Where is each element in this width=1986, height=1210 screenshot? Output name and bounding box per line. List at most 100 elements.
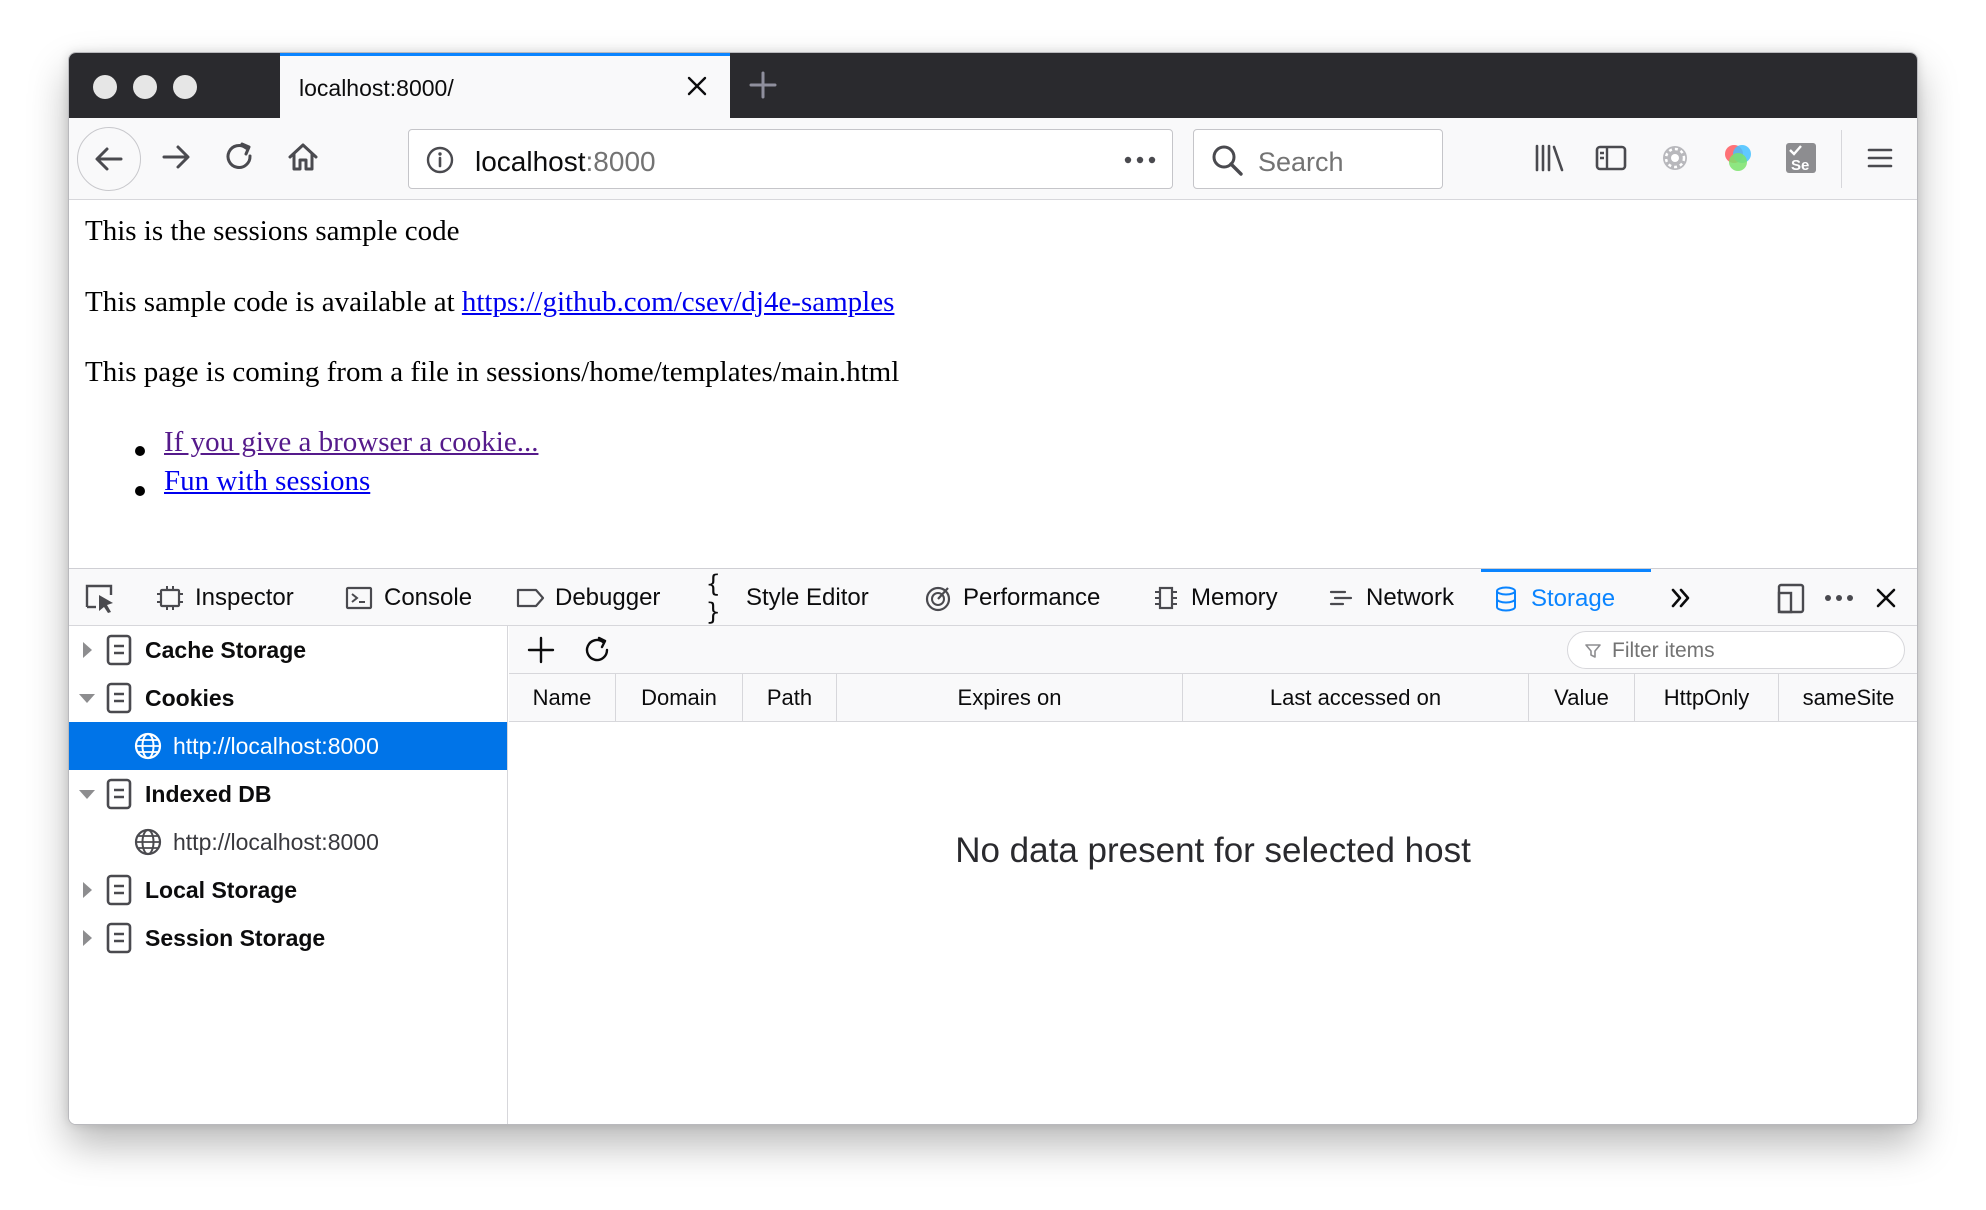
tree-item-label: Cookies <box>145 684 235 711</box>
tree-item-label: Cache Storage <box>145 636 307 663</box>
column-header-name[interactable]: Name <box>509 674 616 722</box>
zoom-window-button[interactable] <box>173 75 197 99</box>
tree-item-indexeddb-localhost[interactable]: http://localhost:8000 <box>69 818 507 866</box>
gear-icon <box>1663 146 1687 170</box>
tree-item-indexed-db[interactable]: Indexed DB <box>69 770 507 818</box>
back-arrow-icon <box>95 147 123 171</box>
url-host: localhost <box>475 146 586 177</box>
column-header-expires[interactable]: Expires on <box>837 674 1183 722</box>
storage-type-icon <box>106 682 132 714</box>
inspector-icon <box>155 583 185 613</box>
tab-performance[interactable]: Performance <box>923 569 1100 626</box>
column-header-domain[interactable]: Domain <box>616 674 743 722</box>
tab-debugger[interactable]: Debugger <box>515 569 660 626</box>
tab-label: Inspector <box>195 583 294 611</box>
tree-item-label: Indexed DB <box>145 780 272 807</box>
forward-button[interactable] <box>149 130 203 184</box>
tab-label: Console <box>384 583 473 611</box>
tab-label: Debugger <box>555 583 661 611</box>
page-actions-icon[interactable] <box>1120 148 1160 172</box>
tree-item-cookies[interactable]: Cookies <box>69 674 507 722</box>
tab-network[interactable]: Network <box>1326 569 1454 626</box>
github-link[interactable]: https://github.com/csev/dj4e-samples <box>462 286 895 318</box>
browser-tab[interactable]: localhost:8000/ <box>280 53 730 118</box>
close-window-button[interactable] <box>93 75 117 99</box>
tree-item-local-storage[interactable]: Local Storage <box>69 866 507 914</box>
search-bar[interactable]: Search <box>1193 129 1443 189</box>
home-button[interactable] <box>276 130 330 184</box>
list-bullet <box>135 486 145 496</box>
cookie-link[interactable]: If you give a browser a cookie... <box>164 426 538 459</box>
tab-storage[interactable]: Storage <box>1481 569 1651 626</box>
tree-item-cache-storage[interactable]: Cache Storage <box>69 626 507 674</box>
svg-text:Se: Se <box>1791 157 1809 174</box>
sidebar-button[interactable] <box>1591 138 1631 178</box>
filter-input[interactable]: Filter items <box>1567 631 1905 669</box>
intro-text: This is the sessions sample code <box>85 215 460 247</box>
expand-arrow-icon[interactable] <box>83 930 92 946</box>
sidebar-icon <box>1595 145 1627 171</box>
library-button[interactable] <box>1529 138 1569 178</box>
column-header-value[interactable]: Value <box>1529 674 1635 722</box>
expand-arrow-icon[interactable] <box>83 882 92 898</box>
storage-table-header: Name Domain Path Expires on Last accesse… <box>509 674 1917 722</box>
devtools-panel: Inspector Console Debugger { } Style Edi… <box>69 568 1917 1124</box>
title-bar: localhost:8000/ <box>69 53 1917 118</box>
devtools-options-button[interactable] <box>1822 581 1856 615</box>
debugger-icon <box>515 583 545 613</box>
collapse-arrow-icon[interactable] <box>79 790 95 799</box>
color-extension-button[interactable] <box>1718 138 1758 178</box>
storage-table-toolbar: Filter items <box>509 626 1917 674</box>
page-content: This is the sessions sample code This sa… <box>69 200 1917 568</box>
extension-gear-button[interactable] <box>1655 138 1695 178</box>
braces-icon: { } <box>706 569 721 626</box>
column-header-last-accessed[interactable]: Last accessed on <box>1183 674 1529 722</box>
tab-console[interactable]: Console <box>344 569 472 626</box>
filter-placeholder: Filter items <box>1612 639 1715 662</box>
library-icon <box>1535 144 1564 172</box>
new-tab-icon[interactable] <box>745 67 781 103</box>
column-header-httponly[interactable]: HttpOnly <box>1635 674 1779 722</box>
search-placeholder: Search <box>1258 147 1344 177</box>
storage-icon <box>1491 584 1521 614</box>
performance-icon <box>923 583 953 613</box>
memory-icon <box>1151 583 1181 613</box>
tab-inspector[interactable]: Inspector <box>155 569 294 626</box>
minimize-window-button[interactable] <box>133 75 157 99</box>
tree-item-session-storage[interactable]: Session Storage <box>69 914 507 962</box>
column-header-samesite[interactable]: sameSite <box>1779 674 1917 722</box>
tree-item-label: Local Storage <box>145 876 298 903</box>
tab-memory[interactable]: Memory <box>1151 569 1278 626</box>
sessions-link[interactable]: Fun with sessions <box>164 465 370 498</box>
url-text: localhost:8000 <box>475 146 656 178</box>
forward-arrow-icon <box>162 145 190 169</box>
search-icon <box>1212 145 1243 176</box>
devtools-tabbar: Inspector Console Debugger { } Style Edi… <box>69 569 1917 626</box>
responsive-design-button[interactable] <box>1774 581 1808 615</box>
add-item-icon[interactable] <box>525 634 557 666</box>
tab-label: Style Editor <box>746 583 869 611</box>
hamburger-menu-icon <box>1867 148 1893 168</box>
element-picker-icon[interactable] <box>83 581 117 615</box>
tree-item-cookies-localhost[interactable]: http://localhost:8000 <box>69 722 507 770</box>
network-icon <box>1326 583 1356 613</box>
info-icon[interactable] <box>425 145 455 175</box>
collapse-arrow-icon[interactable] <box>79 694 95 703</box>
sample-code-text: This sample code is available at https:/… <box>85 286 894 319</box>
more-tools-button[interactable] <box>1664 581 1698 615</box>
column-header-path[interactable]: Path <box>743 674 837 722</box>
globe-icon <box>134 732 162 760</box>
close-icon[interactable] <box>684 73 710 99</box>
selenium-extension-button[interactable]: Se <box>1781 138 1821 178</box>
expand-arrow-icon[interactable] <box>83 642 92 658</box>
tab-title: localhost:8000/ <box>299 75 454 101</box>
list-bullet <box>135 446 145 456</box>
back-button[interactable] <box>77 127 141 191</box>
menu-button[interactable] <box>1860 138 1900 178</box>
close-devtools-button[interactable] <box>1869 581 1903 615</box>
tab-style-editor[interactable]: { } Style Editor <box>706 569 869 626</box>
globe-icon <box>134 828 162 856</box>
refresh-icon[interactable] <box>581 634 613 666</box>
reload-button[interactable] <box>213 130 267 184</box>
url-bar[interactable]: localhost:8000 <box>408 129 1173 189</box>
